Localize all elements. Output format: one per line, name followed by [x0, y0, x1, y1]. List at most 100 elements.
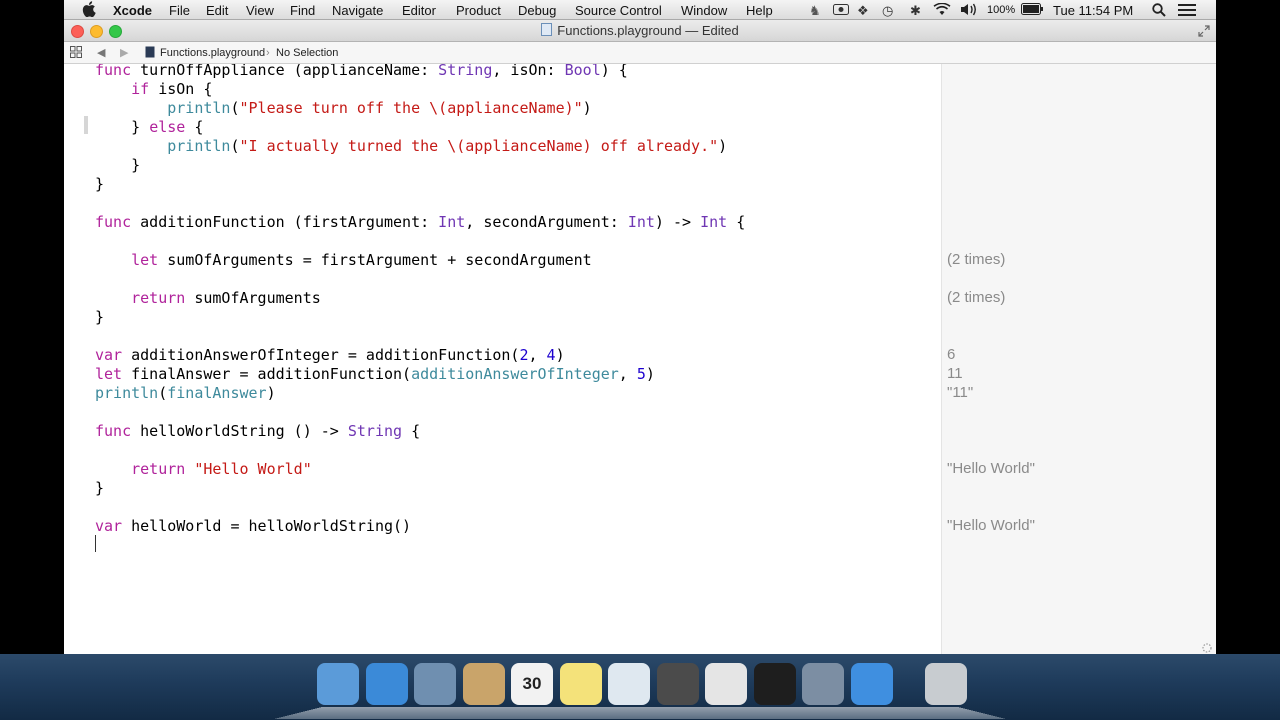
contacts-icon[interactable]: [462, 663, 505, 705]
code-line[interactable]: func turnOffAppliance (applianceName: St…: [95, 64, 628, 79]
code-token: (: [158, 384, 168, 402]
menu-product[interactable]: Product: [456, 3, 501, 18]
result-value[interactable]: (2 times): [947, 289, 1005, 307]
code-token: else: [149, 118, 186, 136]
code-token: 4: [546, 346, 556, 364]
xcode-icon[interactable]: [850, 663, 893, 705]
finder-icon[interactable]: [317, 663, 359, 705]
battery-icon[interactable]: [1021, 3, 1043, 18]
forward-icon[interactable]: ▶: [120, 46, 128, 59]
result-value[interactable]: "Hello World": [947, 517, 1035, 535]
preview-icon[interactable]: [608, 663, 650, 705]
results-sidebar: [941, 64, 1216, 654]
menu-app-name[interactable]: Xcode: [113, 3, 152, 18]
code-token: Int: [627, 213, 655, 231]
code-token: let: [95, 365, 123, 383]
window-title-bar: Functions.playground — Edited: [64, 20, 1216, 42]
menu-file[interactable]: File: [169, 3, 190, 18]
code-line[interactable]: return "Hello World": [95, 460, 312, 478]
volume-icon[interactable]: [960, 3, 978, 19]
dropbox-icon[interactable]: ❖: [857, 3, 869, 19]
related-items-icon[interactable]: [70, 46, 82, 61]
imovie-icon[interactable]: [802, 663, 844, 705]
code-token: (: [230, 137, 240, 155]
clock[interactable]: Tue 11:54 PM: [1053, 3, 1133, 18]
code-token: , secondArgument:: [465, 213, 628, 231]
time-machine-icon[interactable]: ◷: [882, 3, 893, 19]
code-line[interactable]: if isOn {: [95, 80, 212, 98]
window-title: Functions.playground — Edited: [64, 23, 1216, 38]
code-line[interactable]: func additionFunction (firstArgument: In…: [95, 213, 745, 231]
code-line[interactable]: } else {: [95, 118, 203, 136]
mail-icon[interactable]: [414, 663, 456, 705]
calendar-date: 30: [522, 674, 542, 693]
menu-editor[interactable]: Editor: [402, 3, 436, 18]
code-token: println: [167, 137, 231, 155]
result-value[interactable]: "11": [947, 384, 973, 402]
code-token: ): [645, 365, 655, 383]
code-line[interactable]: return sumOfArguments: [95, 289, 321, 307]
code-editor[interactable]: func turnOffAppliance (applianceName: St…: [64, 64, 1216, 654]
code-token: ,: [528, 346, 547, 364]
resize-grip-icon[interactable]: [1202, 640, 1212, 653]
code-token: String: [438, 64, 493, 79]
code-line[interactable]: var helloWorld = helloWorldString(): [95, 517, 411, 535]
code-line[interactable]: }: [95, 308, 104, 326]
code-line[interactable]: }: [95, 156, 140, 174]
code-token: "I actually turned the \(applianceName) …: [239, 137, 719, 155]
safari-icon[interactable]: [365, 663, 408, 705]
menu-navigate[interactable]: Navigate: [332, 3, 383, 18]
apple-menu-icon[interactable]: [82, 1, 96, 17]
code-line[interactable]: println("Please turn off the \(appliance…: [95, 99, 591, 117]
code-token: additionAnswerOfInteger = additionFuncti…: [122, 346, 520, 364]
notification-center-icon[interactable]: [1178, 3, 1196, 20]
code-line[interactable]: let finalAnswer = additionFunction(addit…: [95, 365, 655, 383]
menu-debug[interactable]: Debug: [518, 3, 556, 18]
code-token: 5: [636, 365, 646, 383]
sublime-text-icon[interactable]: [656, 663, 699, 705]
code-token: String: [347, 422, 403, 440]
wifi-icon[interactable]: [933, 2, 951, 19]
result-value[interactable]: 11: [947, 365, 963, 383]
code-line[interactable]: func helloWorldString () -> String {: [95, 422, 420, 440]
code-token: "Please turn off the \(applianceName)": [239, 99, 583, 117]
jump-bar-selection[interactable]: No Selection: [276, 47, 338, 59]
jump-bar: ◀ ▶ Functions.playground › No Selection: [64, 42, 1216, 64]
chrome-icon[interactable]: [705, 663, 747, 705]
code-line[interactable]: println("I actually turned the \(applian…: [95, 137, 727, 155]
code-line[interactable]: var additionAnswerOfInteger = additionFu…: [95, 346, 565, 364]
trash-icon[interactable]: [925, 663, 967, 705]
code-token: return: [131, 460, 186, 478]
calendar-icon[interactable]: 30: [511, 663, 553, 705]
spotlight-search-icon[interactable]: [1152, 3, 1166, 20]
notes-icon[interactable]: [559, 663, 602, 705]
code-line[interactable]: println(finalAnswer): [95, 384, 276, 402]
menu-find[interactable]: Find: [290, 3, 315, 18]
menu-window[interactable]: Window: [681, 3, 727, 18]
code-line[interactable]: let sumOfArguments = firstArgument + sec…: [95, 251, 592, 269]
code-token: "Hello World": [194, 460, 312, 478]
code-line[interactable]: }: [95, 479, 104, 497]
terminal-icon[interactable]: [753, 663, 796, 705]
code-token: }: [95, 175, 105, 193]
menu-edit[interactable]: Edit: [206, 3, 228, 18]
bluetooth-icon[interactable]: ✱: [910, 3, 921, 19]
code-line[interactable]: }: [95, 175, 104, 193]
result-value[interactable]: 6: [947, 346, 955, 364]
menu-source-control[interactable]: Source Control: [575, 3, 662, 18]
code-token: isOn {: [149, 80, 213, 98]
result-value[interactable]: (2 times): [947, 251, 1005, 269]
menu-view[interactable]: View: [246, 3, 274, 18]
back-icon[interactable]: ◀: [97, 46, 105, 59]
menu-help[interactable]: Help: [746, 3, 773, 18]
fullscreen-icon[interactable]: [1198, 24, 1210, 42]
result-value[interactable]: "Hello World": [947, 460, 1035, 478]
code-token: helloWorldString () ->: [131, 422, 348, 440]
code-token: Int: [700, 213, 728, 231]
camera-icon[interactable]: [833, 3, 849, 18]
notification-bell-icon[interactable]: ♞: [809, 3, 821, 19]
jump-bar-file[interactable]: Functions.playground: [160, 47, 265, 59]
code-token: {: [402, 422, 421, 440]
